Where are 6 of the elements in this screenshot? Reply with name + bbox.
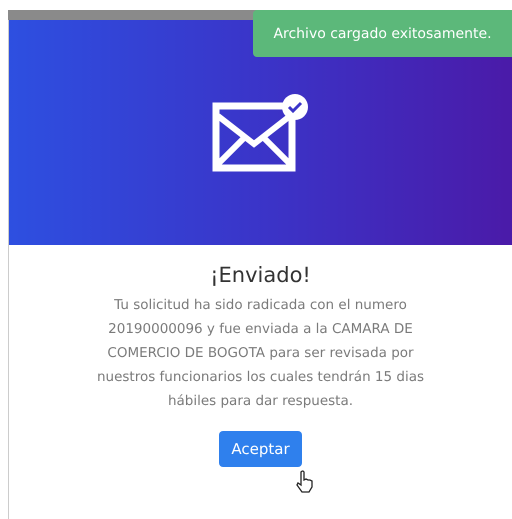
accept-button[interactable]: Aceptar (219, 431, 302, 467)
dialog-title: ¡Enviado! (210, 263, 311, 287)
success-toast: Archivo cargado exitosamente. (253, 10, 512, 57)
hand-cursor-icon (295, 470, 315, 494)
dialog-message: Tu solicitud ha sido radicada con el numero 20190000096 y fue enviada a la CAMARA DE COMERCIO DE BOGOTA para ser revisada por nuestros funcionarios los cuales tendrán 15 dias hábiles para dar respuesta. (96, 296, 426, 411)
envelope-check-icon (212, 92, 310, 174)
